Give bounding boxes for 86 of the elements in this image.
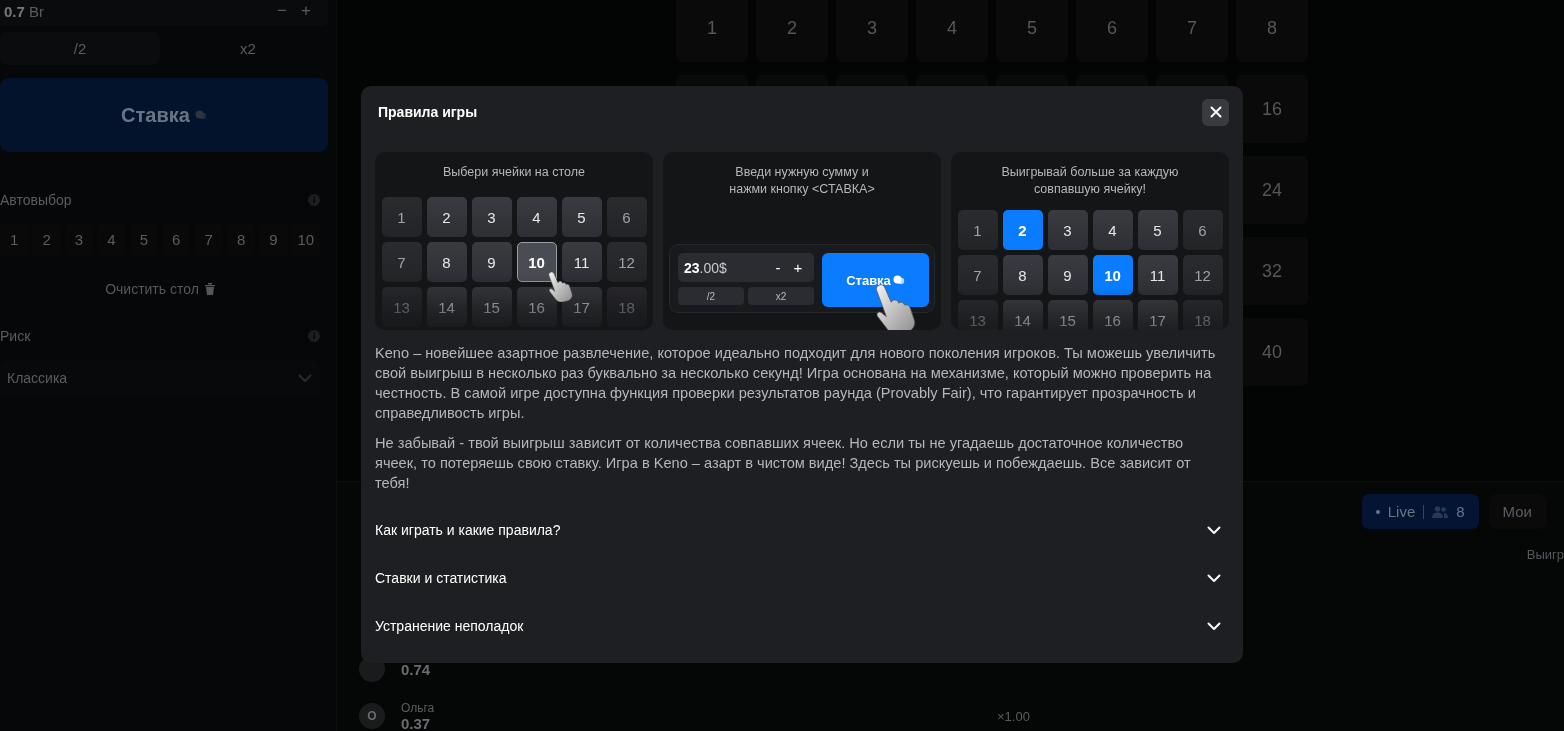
grid-cell[interactable]: 2 bbox=[426, 197, 467, 237]
number-tile[interactable]: 7 bbox=[1156, 0, 1228, 62]
bet-amount: 0.74 bbox=[401, 660, 432, 678]
plus-button[interactable]: + bbox=[294, 0, 318, 22]
rules-paragraph: Keno – новейшее азартное развлечение, которое идеально подходит для нового поколения игроков. Ты можешь увеличить свой выигрыш в несколько раз буквально за несколько секунд! Игра основана на механизме, который можно проверить на честность. В самой игре доступна функция проверки результатов раунда (Provably Fair), что гарантирует прозрачность и справедливость игры. bbox=[375, 344, 1217, 423]
bet-button[interactable]: Ставка bbox=[0, 78, 328, 152]
number-tile[interactable]: 3 bbox=[836, 0, 908, 62]
grid-cell[interactable]: 9 bbox=[471, 242, 512, 282]
number-tile[interactable]: 1 bbox=[676, 0, 748, 62]
close-icon bbox=[1209, 106, 1222, 118]
dropdown-value: Классика bbox=[7, 370, 68, 386]
double-button[interactable]: x2 bbox=[748, 287, 814, 305]
clear-table-button[interactable]: Очистить стол bbox=[99, 280, 221, 298]
grid-cell[interactable]: 13 bbox=[957, 300, 998, 330]
card-caption: Выбери ячейки на столе bbox=[443, 164, 585, 181]
grid-cell[interactable]: 18 bbox=[606, 287, 647, 327]
grid-cell[interactable]: 1 bbox=[381, 197, 422, 237]
halve-button[interactable]: /2 bbox=[0, 32, 160, 65]
column-header: Выигр bbox=[1526, 547, 1564, 562]
bets-tab[interactable]: Live 8 bbox=[1361, 494, 1479, 529]
grid-cell[interactable]: 8 bbox=[426, 242, 467, 282]
grid-cell[interactable]: 13 bbox=[381, 287, 422, 327]
users-icon bbox=[1432, 505, 1449, 518]
grid-cell[interactable]: 4 bbox=[516, 197, 557, 237]
grid-cell[interactable]: 7 bbox=[957, 255, 998, 295]
chip-icon bbox=[892, 275, 905, 285]
grid-cell[interactable]: 16 bbox=[1092, 300, 1133, 330]
bet-amount: 0.37 bbox=[401, 714, 432, 731]
accordion-item[interactable]: Ставки и статистика bbox=[375, 554, 1229, 602]
grid-cell[interactable]: 15 bbox=[471, 287, 512, 327]
grid-cell[interactable]: 3 bbox=[471, 197, 512, 237]
section-label: Риск bbox=[0, 328, 31, 344]
grid-cell[interactable]: 8 bbox=[1002, 255, 1043, 295]
minus-button[interactable]: - bbox=[768, 259, 788, 276]
grid-cell[interactable]: 10 bbox=[1092, 255, 1133, 295]
amount-value: 0.7 Br bbox=[4, 2, 46, 20]
number-tile[interactable]: 5 bbox=[996, 0, 1068, 62]
close-button[interactable] bbox=[1202, 98, 1229, 126]
player-name: Ольга bbox=[401, 700, 436, 715]
grid-cell[interactable]: 11 bbox=[561, 242, 602, 282]
amount-field[interactable]: 0.7 Br − + bbox=[0, 0, 328, 26]
amount-field[interactable]: 23.00$ - + bbox=[678, 253, 814, 282]
grid-cell[interactable]: 7 bbox=[381, 242, 422, 282]
grid-cell[interactable]: 6 bbox=[606, 197, 647, 237]
grid-cell[interactable]: 15 bbox=[1047, 300, 1088, 330]
double-button[interactable]: x2 bbox=[168, 32, 328, 65]
grid-cell[interactable]: 10 bbox=[516, 242, 557, 282]
number-tile[interactable]: 6 bbox=[1076, 0, 1148, 62]
bet-button[interactable]: Ставка bbox=[822, 253, 929, 307]
number-tile[interactable]: 16 bbox=[1236, 75, 1308, 143]
grid-cell[interactable]: 5 bbox=[1137, 210, 1178, 250]
number-tile[interactable]: 8 bbox=[1236, 0, 1308, 62]
halve-button[interactable]: /2 bbox=[678, 287, 744, 305]
dialog-title: Правила игры bbox=[378, 104, 478, 120]
chip-icon bbox=[194, 110, 207, 120]
grid-cell[interactable]: 17 bbox=[1137, 300, 1178, 330]
accordion-item[interactable]: Устранение неполадок bbox=[375, 602, 1229, 650]
minus-button[interactable]: − bbox=[270, 0, 294, 22]
grid-cell[interactable]: 16 bbox=[516, 287, 557, 327]
grid-cell[interactable]: 2 bbox=[1002, 210, 1043, 250]
grid-cell[interactable]: 11 bbox=[1137, 255, 1178, 295]
number-tile[interactable]: 4 bbox=[916, 0, 988, 62]
trash-icon bbox=[204, 283, 215, 295]
avatar: О bbox=[359, 703, 385, 729]
multiplier: ×1.00 bbox=[997, 708, 1031, 724]
card-caption: Введи нужную сумму и нажми кнопку <СТАВКА> bbox=[729, 164, 875, 198]
number-tile[interactable]: 2 bbox=[756, 0, 828, 62]
grid-cell[interactable]: 14 bbox=[1002, 300, 1043, 330]
grid-cell[interactable]: 6 bbox=[1182, 210, 1223, 250]
grid-cell[interactable]: 14 bbox=[426, 287, 467, 327]
grid-cell[interactable]: 5 bbox=[561, 197, 602, 237]
grid-cell[interactable]: 4 bbox=[1092, 210, 1133, 250]
grid-cell[interactable]: 9 bbox=[1047, 255, 1088, 295]
accordion-item[interactable]: Как играть и какие правила? bbox=[375, 506, 1229, 554]
grid-cell[interactable]: 3 bbox=[1047, 210, 1088, 250]
grid-cell[interactable]: 18 bbox=[1182, 300, 1223, 330]
grid-cell[interactable]: 1 bbox=[957, 210, 998, 250]
plus-button[interactable]: + bbox=[788, 259, 808, 276]
rules-paragraph: Не забывай - твой выигрыш зависит от количества совпавших ячеек. Но если ты не угадаешь достаточное количество ячеек, то потеряешь свою ставку. Игра в Keno – азарт в чистом виде! Здесь ты рискуешь и побеждаешь. Все зависит от тебя! bbox=[375, 434, 1192, 493]
bets-tab[interactable]: Мои bbox=[1488, 494, 1546, 529]
grid-cell[interactable]: 12 bbox=[606, 242, 647, 282]
card-caption: Выигрывай больше за каждую совпавшую ячейку! bbox=[1001, 164, 1179, 198]
section-label: Автовыбор bbox=[0, 192, 72, 208]
grid-cell[interactable]: 17 bbox=[561, 287, 602, 327]
grid-cell[interactable]: 12 bbox=[1182, 255, 1223, 295]
amount-value: 23.00$ bbox=[684, 259, 728, 276]
